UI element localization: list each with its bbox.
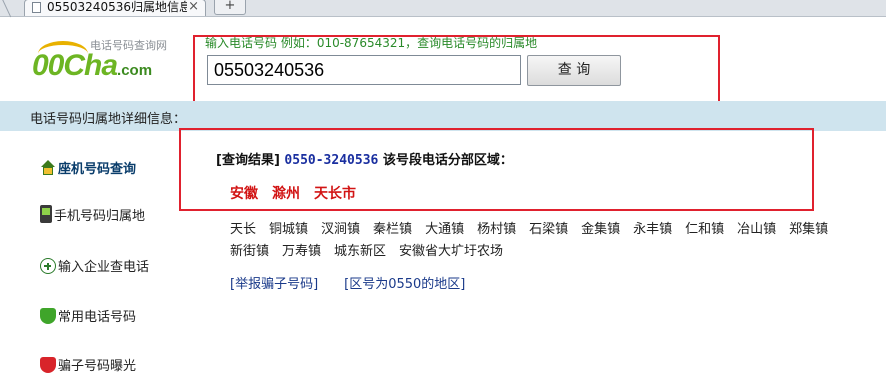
- search-hint: 输入电话号码 例如：010-87654321，查询电话号码的归属地: [205, 36, 538, 50]
- town-item: 仁和镇: [685, 222, 725, 237]
- green-shield-icon: [40, 308, 56, 324]
- town-item: 石梁镇: [529, 222, 569, 237]
- town-item: 城东新区: [334, 244, 387, 259]
- sidebar-item-common-numbers[interactable]: 常用电话号码: [40, 306, 136, 325]
- home-icon: [40, 160, 56, 176]
- town-item: 万寿镇: [282, 244, 322, 259]
- page-icon: [32, 2, 41, 13]
- browser-tab-strip: 05503240536归属地信息 × +: [0, 0, 886, 17]
- sidebar-item-label: 手机号码归属地: [54, 209, 146, 224]
- sidebar-item-label: 骗子号码曝光: [58, 359, 137, 374]
- result-prefix: [查询结果]: [216, 153, 280, 168]
- result-region: 安徽 滁州 天长市: [230, 183, 370, 203]
- tab-close-icon[interactable]: ×: [188, 0, 199, 14]
- result-summary: [查询结果] 0550-3240536 该号段电话分部区域：: [216, 149, 513, 168]
- sidebar-item-mobile-lookup[interactable]: 手机号码归属地: [40, 205, 145, 224]
- logo-wordmark: 00Cha.com: [32, 49, 152, 83]
- plus-circle-icon: [40, 258, 56, 274]
- sidebar-item-label: 座机号码查询: [58, 162, 137, 177]
- region-city: 滁州: [272, 186, 300, 202]
- town-item: 杨村镇: [477, 222, 517, 237]
- region-province: 安徽: [230, 186, 258, 202]
- town-item: 安徽省大圹圩农场: [399, 244, 504, 259]
- town-item: 新街镇: [230, 244, 270, 259]
- sidebar-item-label: 输入企业查电话: [58, 260, 150, 275]
- sidebar-item-label: 常用电话号码: [58, 310, 137, 325]
- new-tab-button[interactable]: +: [214, 0, 246, 15]
- sidebar-item-landline-lookup[interactable]: 座机号码查询: [40, 158, 136, 177]
- red-shield-icon: [40, 357, 56, 373]
- mobile-phone-icon: [40, 205, 52, 223]
- tab-strip-edge: [0, 0, 22, 16]
- tab-title: 05503240536归属地信息: [47, 0, 187, 14]
- result-links: [举报骗子号码] [区号为0550的地区]: [230, 273, 491, 292]
- result-number: 0550-3240536: [284, 153, 379, 168]
- search-button[interactable]: 查 询: [527, 55, 621, 86]
- region-county: 天长市: [314, 186, 356, 202]
- town-item: 汊涧镇: [321, 222, 361, 237]
- section-title: 电话号码归属地详细信息：: [30, 112, 187, 127]
- town-item: 天长: [230, 222, 257, 237]
- town-item: 郑集镇: [789, 222, 829, 237]
- phone-search-input[interactable]: [207, 55, 521, 85]
- town-list: 天长 铜城镇 汊涧镇 秦栏镇 大通镇 杨村镇 石梁镇 金集镇 永丰镇 仁和镇 冶山镇 郑集镇新街镇 万寿…: [230, 219, 886, 263]
- sidebar-item-company-lookup[interactable]: 输入企业查电话: [40, 256, 149, 275]
- town-item: 金集镇: [581, 222, 621, 237]
- site-logo[interactable]: 电话号码查询网 00Cha.com: [30, 35, 190, 90]
- town-item: 永丰镇: [633, 222, 673, 237]
- town-item: 铜城镇: [269, 222, 309, 237]
- town-item: 秦栏镇: [373, 222, 413, 237]
- report-scam-link[interactable]: [举报骗子号码]: [230, 277, 318, 292]
- area-code-link[interactable]: [区号为0550的地区]: [344, 277, 465, 292]
- logo-name: 00Cha: [32, 49, 118, 82]
- result-suffix: 该号段电话分部区域：: [382, 153, 513, 168]
- browser-tab[interactable]: 05503240536归属地信息 ×: [24, 0, 206, 16]
- town-item: 冶山镇: [737, 222, 777, 237]
- logo-domain: .com: [117, 62, 153, 79]
- sidebar-item-scam-numbers[interactable]: 骗子号码曝光: [40, 355, 136, 374]
- town-item: 大通镇: [425, 222, 465, 237]
